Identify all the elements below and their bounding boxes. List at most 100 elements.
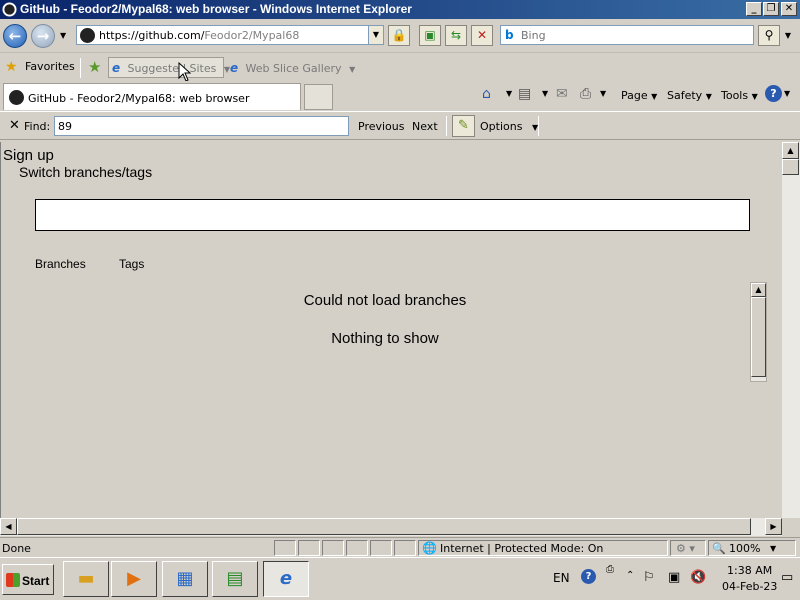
scroll-right-arrow-icon[interactable]: ▶ <box>765 518 782 535</box>
clock-date[interactable]: 04-Feb-23 <box>722 580 777 593</box>
tab-title: GitHub - Feodor2/Mypal68: web browser <box>28 92 250 105</box>
close-find-bar-button[interactable]: ✕ <box>9 118 20 133</box>
favorites-star-icon: ★ <box>5 59 18 75</box>
suggested-sites-item[interactable]: e Suggested Sites ▼ <box>112 61 230 75</box>
task-manager-taskbar-button[interactable]: ▤ <box>212 561 258 597</box>
page-menu-label: Page <box>621 89 648 102</box>
url-host: https://github.com/ <box>99 29 205 42</box>
compatibility-view-icon[interactable]: ▣ <box>419 25 441 46</box>
web-slice-gallery-item[interactable]: e Web Slice Gallery ▼ <box>230 61 355 75</box>
zoom-icon: 🔍 <box>712 542 726 555</box>
help-icon[interactable]: ? <box>765 85 782 102</box>
scroll-thumb[interactable] <box>751 297 766 377</box>
performance-monitor-icon: ▤ <box>226 568 244 589</box>
show-hidden-icons-icon[interactable]: ⌃ <box>626 570 634 581</box>
window-title: GitHub - Feodor2/Mypal68: web browser - … <box>20 2 412 16</box>
chevron-down-icon: ▼ <box>705 92 712 101</box>
branch-filter-input[interactable] <box>35 199 750 231</box>
chevron-down-icon[interactable]: ▼ <box>784 89 790 98</box>
network-icon[interactable]: ▣ <box>668 570 680 585</box>
media-player-taskbar-button[interactable]: ▶ <box>111 561 157 597</box>
status-cell <box>346 540 368 556</box>
find-input[interactable] <box>54 116 349 136</box>
scroll-up-arrow-icon[interactable]: ▲ <box>782 142 799 159</box>
chevron-down-icon[interactable]: ▼ <box>542 89 548 98</box>
action-center-flag-icon[interactable]: ⚐ <box>643 570 655 585</box>
page-menu[interactable]: Page ▼ <box>621 89 657 102</box>
horizontal-scroll-thumb[interactable] <box>17 518 751 535</box>
highlight-matches-icon[interactable]: ✎ <box>452 115 475 137</box>
address-field[interactable]: https://github.com/Feodor2/Mypal68 ▼ <box>76 25 384 45</box>
safety-menu[interactable]: Safety ▼ <box>667 89 712 102</box>
find-next-button[interactable]: Next <box>412 120 438 133</box>
search-box[interactable]: b <box>500 25 754 45</box>
maximize-button[interactable]: ❐ <box>763 2 779 16</box>
address-url: https://github.com/Feodor2/Mypal68 <box>99 29 299 42</box>
mail-icon[interactable]: ✉ <box>556 86 568 102</box>
bing-icon: b <box>505 28 514 42</box>
forward-button[interactable]: → <box>31 24 55 48</box>
protected-mode-icon: ⚙ ▾ <box>676 542 695 555</box>
vertical-scrollbar[interactable]: ▲ <box>782 142 800 518</box>
favorites-bar: ★ Favorites ★ e Suggested Sites ▼ e Web … <box>0 54 800 82</box>
scrollbar-corner <box>782 518 800 536</box>
volume-muted-icon[interactable]: 🔇 <box>690 570 706 585</box>
show-desktop-icon[interactable]: ▭ <box>781 570 793 585</box>
chevron-down-icon: ▼ <box>751 92 758 101</box>
safety-menu-label: Safety <box>667 89 703 102</box>
status-cell <box>298 540 320 556</box>
tab-branches[interactable]: Branches <box>35 257 86 271</box>
clock-time[interactable]: 1:38 AM <box>727 564 772 577</box>
close-window-button[interactable]: ✕ <box>781 2 797 16</box>
refresh-icon[interactable]: ⇆ <box>445 25 467 46</box>
minimize-button[interactable]: _ <box>746 2 762 16</box>
address-dropdown-icon[interactable]: ▼ <box>368 26 383 44</box>
status-cell <box>370 540 392 556</box>
tab-github[interactable]: GitHub - Feodor2/Mypal68: web browser <box>3 83 301 110</box>
stop-icon[interactable]: ✕ <box>471 25 493 46</box>
title-bar: GitHub - Feodor2/Mypal68: web browser - … <box>0 0 800 19</box>
new-tab-button[interactable] <box>304 84 333 110</box>
history-dropdown-icon[interactable]: ▼ <box>60 31 66 40</box>
internet-explorer-icon: e <box>279 568 293 589</box>
help-icon[interactable]: ? <box>581 569 596 584</box>
github-favicon-icon <box>2 2 17 17</box>
scroll-up-arrow-icon[interactable]: ▲ <box>751 283 766 297</box>
security-zone-text: Internet | Protected Mode: On <box>440 542 604 555</box>
language-indicator[interactable]: EN <box>553 571 570 585</box>
back-button[interactable]: ← <box>3 24 27 48</box>
horizontal-scrollbar[interactable]: ◀ ▶ <box>0 518 782 536</box>
sign-up-link[interactable]: Sign up <box>3 147 54 164</box>
error-message: Could not load branches <box>303 292 467 309</box>
ie-taskbar-button[interactable]: e <box>263 561 309 597</box>
tools-menu[interactable]: Tools ▼ <box>721 89 758 102</box>
search-input[interactable] <box>521 27 749 43</box>
suggested-sites-label: Suggested Sites <box>127 62 217 75</box>
start-button[interactable]: Start <box>2 564 54 595</box>
home-icon[interactable]: ⌂ <box>482 86 491 102</box>
scroll-left-arrow-icon[interactable]: ◀ <box>0 518 17 535</box>
branch-list-scrollbar[interactable]: ▲ <box>750 282 767 382</box>
tab-tags[interactable]: Tags <box>119 257 144 271</box>
feeds-icon[interactable]: ▤ <box>518 86 531 102</box>
find-options-menu[interactable]: Options ▼ <box>480 120 538 133</box>
tab-row: GitHub - Feodor2/Mypal68: web browser ⌂ … <box>0 81 800 110</box>
empty-message: Nothing to show <box>331 330 439 347</box>
lock-icon[interactable]: 🔒 <box>388 25 410 46</box>
github-favicon-icon <box>80 28 95 43</box>
chevron-down-icon[interactable]: ▼ <box>506 89 512 98</box>
find-previous-button[interactable]: Previous <box>358 120 405 133</box>
chevron-down-icon[interactable]: ▼ <box>600 89 606 98</box>
switch-branches-title: Switch branches/tags <box>19 164 153 180</box>
explorer-taskbar-button[interactable]: ▬ <box>63 561 109 597</box>
favorites-button[interactable]: Favorites <box>25 60 75 73</box>
input-options-icon[interactable]: ⎙ <box>606 564 614 575</box>
vertical-scroll-thumb[interactable] <box>782 159 799 175</box>
control-panel-taskbar-button[interactable]: ▦ <box>162 561 208 597</box>
status-cell <box>322 540 344 556</box>
search-button[interactable]: ⚲ <box>758 25 780 46</box>
add-to-favorites-bar-icon[interactable]: ★ <box>88 58 101 76</box>
web-slice-gallery-label: Web Slice Gallery <box>245 62 342 75</box>
print-icon[interactable]: ⎙ <box>580 86 591 102</box>
search-options-dropdown-icon[interactable]: ▼ <box>781 25 795 46</box>
